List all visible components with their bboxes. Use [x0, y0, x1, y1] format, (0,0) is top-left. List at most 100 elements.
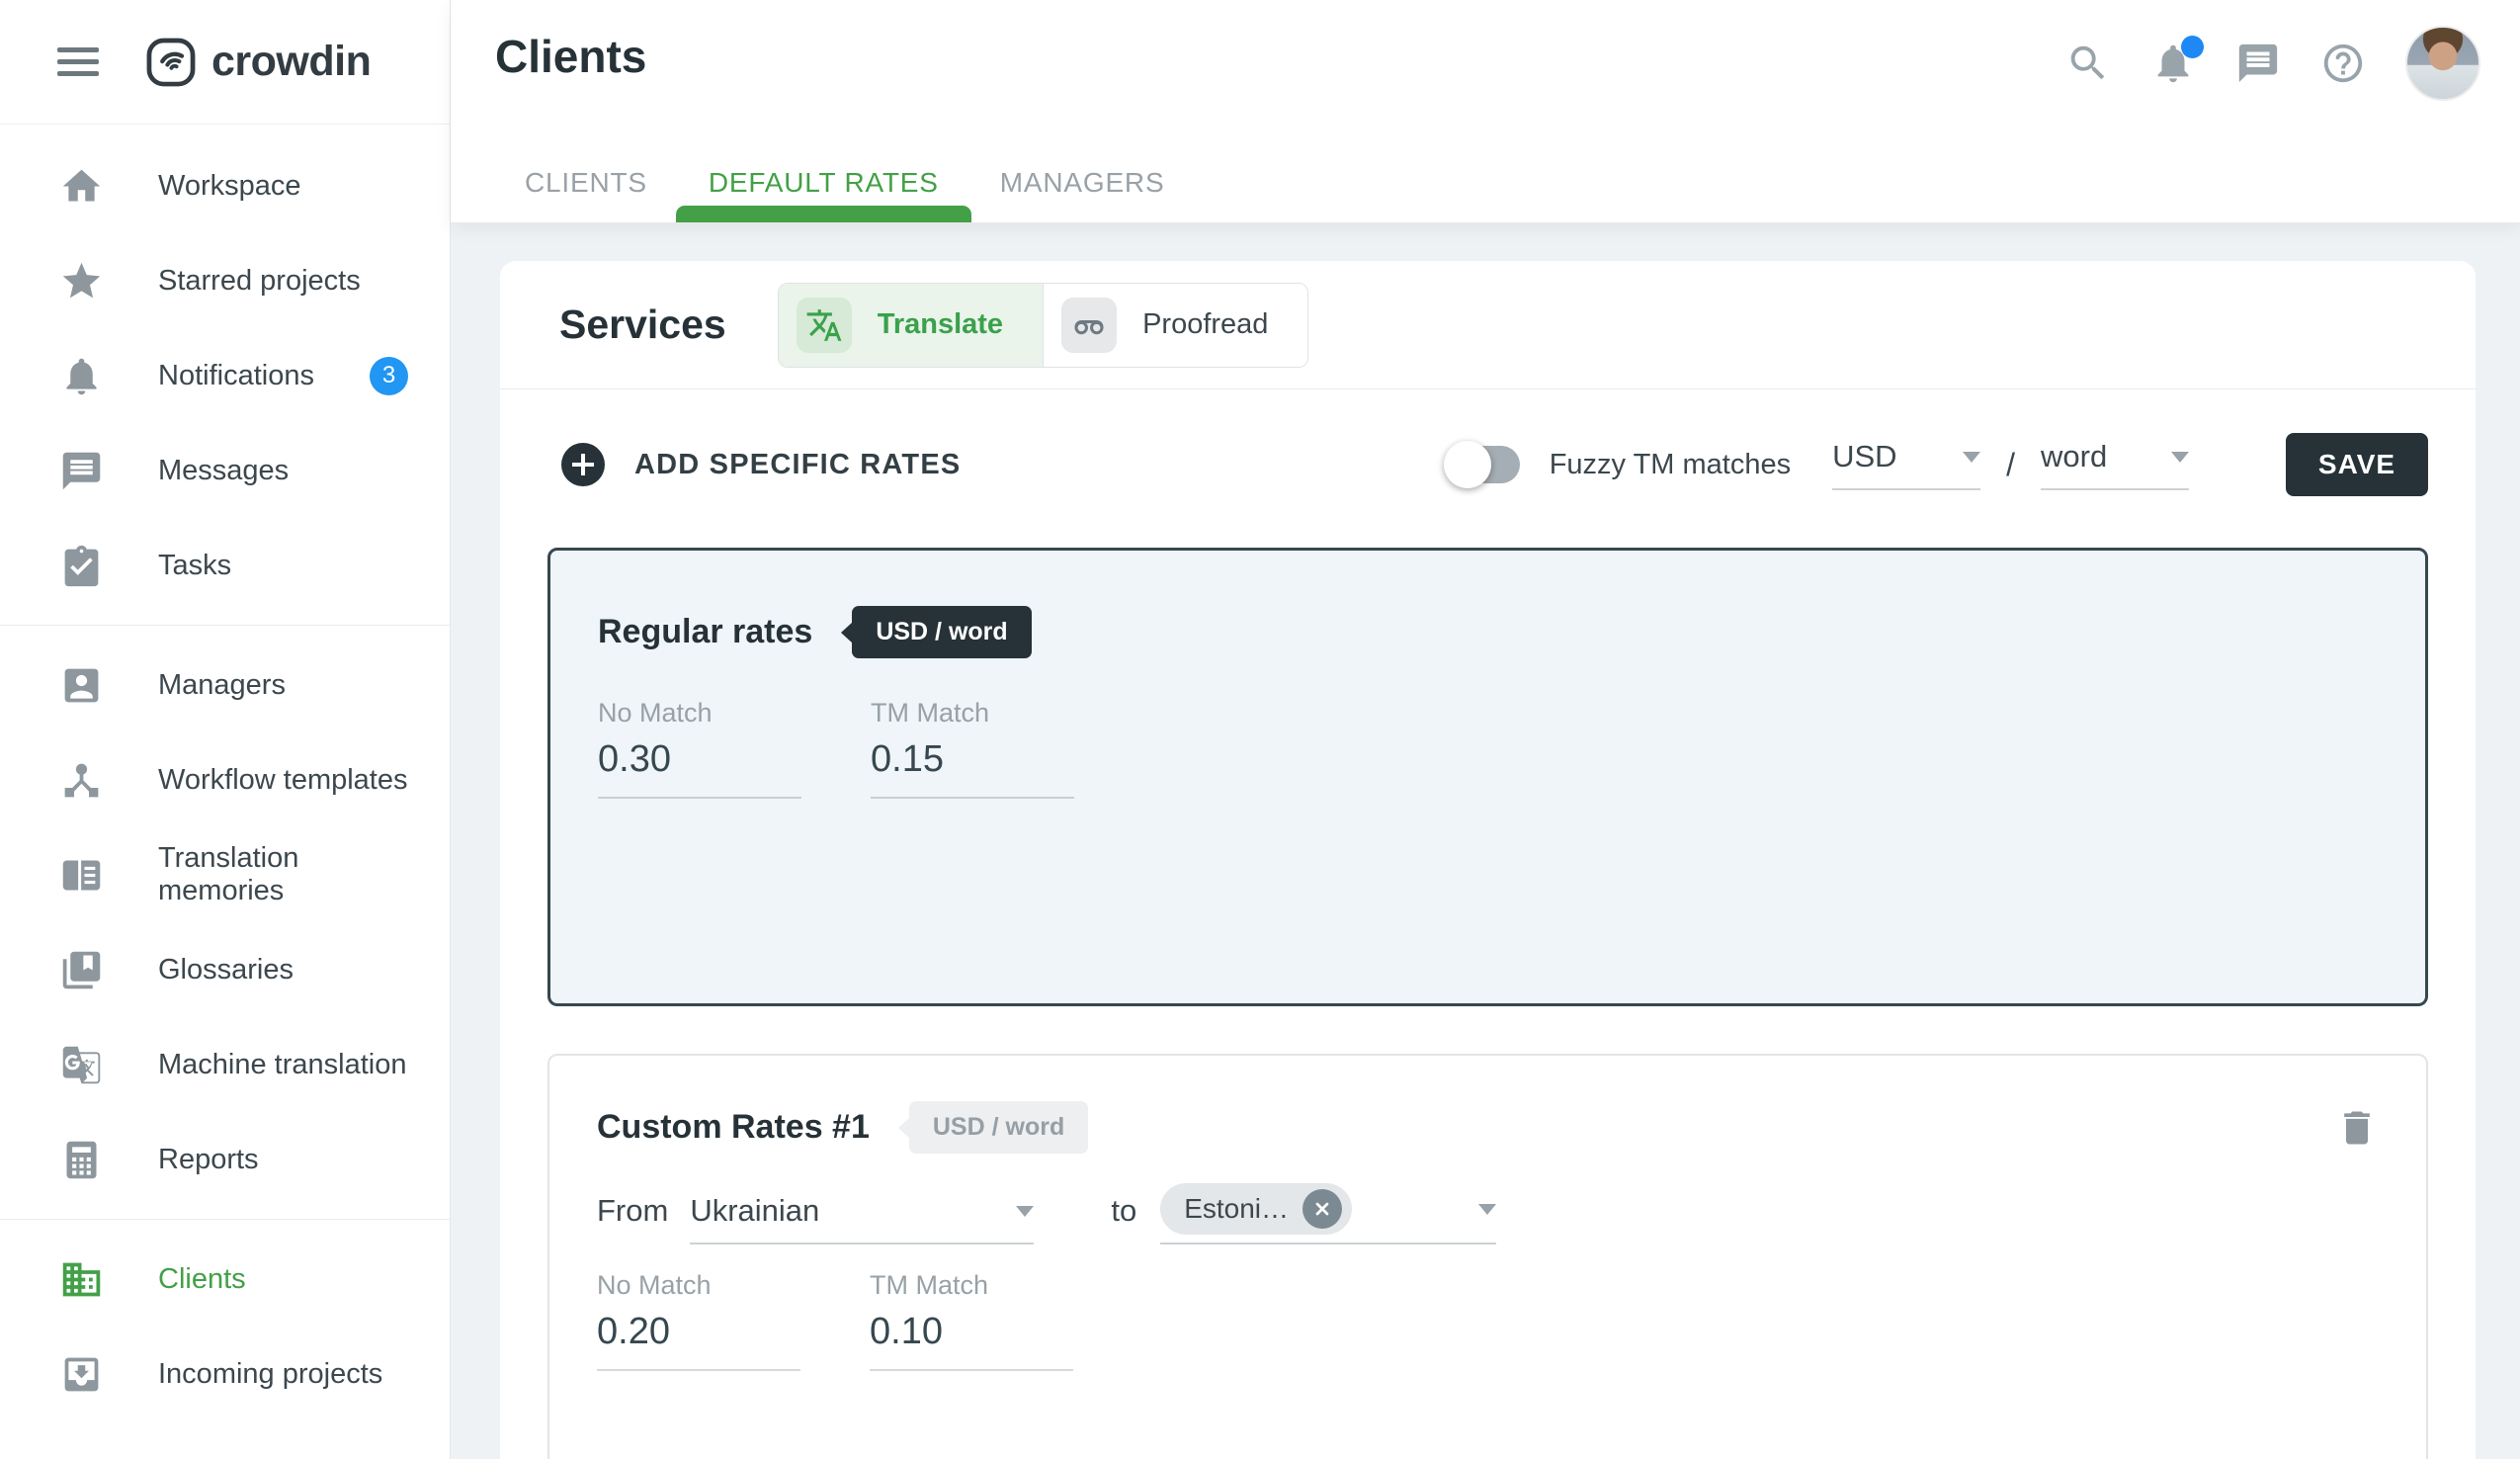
machine-translation-icon: [59, 1043, 104, 1087]
chevron-down-icon: [2171, 452, 2189, 463]
save-button[interactable]: SAVE: [2286, 433, 2428, 496]
remove-language-button[interactable]: [1302, 1189, 1342, 1229]
sidebar-item-starred-projects[interactable]: Starred projects: [0, 233, 450, 328]
crowdin-wordmark: crowdin: [211, 38, 371, 86]
toggle-knob: [1444, 441, 1491, 488]
tab-bar: CLIENTS DEFAULT RATES MANAGERS: [525, 143, 1225, 222]
custom-rates-fields: No Match TM Match: [597, 1270, 2379, 1371]
sidebar-item-label: Translation memories: [158, 842, 408, 907]
help-button[interactable]: [2320, 41, 2366, 86]
chevron-down-icon: [1478, 1204, 1496, 1215]
unit-separator: /: [2006, 447, 2015, 483]
field-label: TM Match: [870, 1270, 1073, 1301]
star-icon: [59, 259, 104, 303]
glossaries-icon: [59, 948, 104, 992]
crowdin-logo-icon: [144, 36, 198, 89]
notifications-button[interactable]: [2150, 41, 2196, 86]
sidebar-item-label: Incoming projects: [158, 1358, 382, 1391]
sidebar-item-label: Messages: [158, 455, 289, 487]
fuzzy-tm-toggle[interactable]: [1451, 446, 1520, 483]
custom-rates-card: Custom Rates #1 USD / word From Ukrainia…: [547, 1054, 2428, 1459]
workflow-icon: [59, 758, 104, 803]
crowdin-logo[interactable]: crowdin: [144, 36, 371, 89]
search-icon: [2065, 41, 2111, 86]
sidebar-item-label: Machine translation: [158, 1049, 406, 1081]
sidebar-item-label: Managers: [158, 669, 286, 702]
target-language-select[interactable]: Estoni…: [1160, 1183, 1496, 1244]
help-icon: [2320, 41, 2366, 86]
sidebar-item-managers[interactable]: Managers: [0, 638, 450, 732]
notifications-count-badge: 3: [370, 357, 408, 395]
translation-memory-icon: [59, 853, 104, 898]
custom-rates-header: Custom Rates #1 USD / word: [597, 1101, 2379, 1154]
chevron-down-icon: [1963, 452, 1980, 463]
currency-select[interactable]: USD: [1832, 439, 1980, 490]
main-area: Clients CLIENTS DEFAULT RATES MANAGERS: [451, 0, 2520, 1459]
calculator-icon: [59, 1138, 104, 1182]
tab-managers[interactable]: MANAGERS: [1000, 143, 1165, 222]
chevron-down-icon: [1016, 1206, 1034, 1217]
field-label: No Match: [597, 1270, 800, 1301]
tm-match-field: TM Match: [870, 1270, 1073, 1371]
sidebar-divider: [0, 625, 450, 626]
services-title: Services: [559, 301, 726, 348]
sidebar-item-tasks[interactable]: Tasks: [0, 518, 450, 613]
sidebar-header: crowdin: [0, 0, 450, 125]
sidebar-item-label: Reports: [158, 1144, 259, 1176]
no-match-input[interactable]: [597, 1301, 800, 1371]
sidebar-item-label: Workflow templates: [158, 764, 408, 797]
tm-match-input[interactable]: [870, 1301, 1073, 1371]
building-icon: [59, 1257, 104, 1302]
target-language-chip: Estoni…: [1160, 1183, 1352, 1235]
currency-value: USD: [1832, 439, 1896, 474]
rates-toolbar: ADD SPECIFIC RATES Fuzzy TM matches USD …: [500, 389, 2476, 496]
field-label: No Match: [598, 698, 801, 729]
service-option-label: Translate: [878, 308, 1003, 341]
services-row: Services Translate: [500, 261, 2476, 389]
delete-custom-rates-button[interactable]: [2335, 1106, 2379, 1150]
messages-button[interactable]: [2235, 41, 2281, 86]
rates-settings: Fuzzy TM matches USD / word SAVE: [1451, 433, 2428, 496]
source-language-value: Ukrainian: [690, 1193, 819, 1229]
sidebar-item-label: Workspace: [158, 170, 301, 203]
unit-value: word: [2041, 439, 2107, 474]
sidebar-item-glossaries[interactable]: Glossaries: [0, 922, 450, 1017]
sidebar-item-workspace[interactable]: Workspace: [0, 138, 450, 233]
custom-rates-title: Custom Rates #1: [597, 1108, 870, 1147]
content-panel: Services Translate: [500, 261, 2476, 1459]
to-label: to: [1111, 1193, 1136, 1244]
search-button[interactable]: [2065, 41, 2111, 86]
sidebar-item-translation-memories[interactable]: Translation memories: [0, 827, 450, 922]
inbox-down-icon: [59, 1352, 104, 1397]
no-match-input[interactable]: [598, 729, 801, 799]
service-switcher: Translate Proofread: [778, 283, 1309, 368]
sidebar-item-messages[interactable]: Messages: [0, 423, 450, 518]
service-option-translate[interactable]: Translate: [779, 284, 1043, 367]
sidebar-item-notifications[interactable]: Notifications 3: [0, 328, 450, 423]
tm-match-input[interactable]: [871, 729, 1074, 799]
sidebar: crowdin Workspace Starred projects Notif…: [0, 0, 451, 1459]
person-card-icon: [59, 663, 104, 708]
plus-circle-icon: [559, 441, 607, 488]
sidebar-item-clients[interactable]: Clients: [0, 1232, 450, 1327]
glasses-icon: [1061, 298, 1117, 353]
unit-select[interactable]: word: [2041, 439, 2189, 490]
hamburger-menu-button[interactable]: [57, 41, 99, 83]
tab-default-rates[interactable]: DEFAULT RATES: [709, 143, 939, 222]
app-root: crowdin Workspace Starred projects Notif…: [0, 0, 2520, 1459]
regular-rates-title: Regular rates: [598, 613, 812, 651]
source-language-select[interactable]: Ukrainian: [690, 1193, 1034, 1244]
top-bar: Clients CLIENTS DEFAULT RATES MANAGERS: [451, 0, 2520, 223]
service-option-label: Proofread: [1142, 308, 1268, 341]
tm-match-field: TM Match: [871, 698, 1074, 799]
user-avatar[interactable]: [2405, 26, 2480, 101]
sidebar-item-incoming-projects[interactable]: Incoming projects: [0, 1327, 450, 1421]
add-specific-rates-button[interactable]: ADD SPECIFIC RATES: [559, 441, 961, 488]
service-option-proofread[interactable]: Proofread: [1043, 284, 1307, 367]
sidebar-item-reports[interactable]: Reports: [0, 1112, 450, 1207]
regular-rates-card: Regular rates USD / word No Match TM Mat…: [547, 548, 2428, 1006]
tab-clients[interactable]: CLIENTS: [525, 143, 647, 222]
sidebar-item-workflow-templates[interactable]: Workflow templates: [0, 732, 450, 827]
trash-icon: [2335, 1106, 2379, 1150]
sidebar-item-machine-translation[interactable]: Machine translation: [0, 1017, 450, 1112]
